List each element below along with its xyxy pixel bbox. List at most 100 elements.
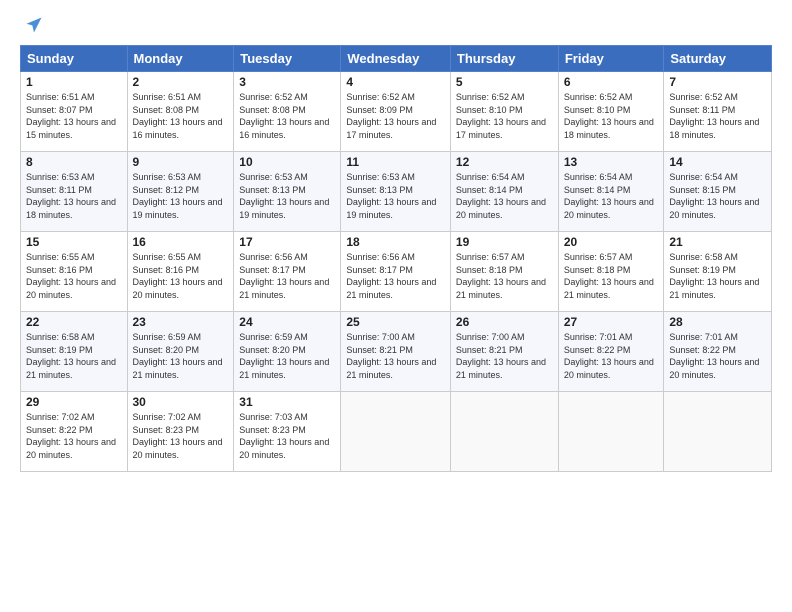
logo-bird-icon — [24, 15, 44, 35]
day-info: Sunrise: 6:52 AM Sunset: 8:08 PM Dayligh… — [239, 91, 335, 141]
day-number: 31 — [239, 395, 335, 409]
day-info: Sunrise: 6:54 AM Sunset: 8:14 PM Dayligh… — [456, 171, 553, 221]
day-number: 22 — [26, 315, 122, 329]
day-info: Sunrise: 6:53 AM Sunset: 8:13 PM Dayligh… — [239, 171, 335, 221]
day-cell — [664, 392, 772, 472]
day-cell: 7 Sunrise: 6:52 AM Sunset: 8:11 PM Daylig… — [664, 72, 772, 152]
day-cell: 22 Sunrise: 6:58 AM Sunset: 8:19 PM Dayli… — [21, 312, 128, 392]
day-number: 23 — [133, 315, 229, 329]
day-cell: 2Sunrise: 6:51 AM Sunset: 8:08 PM Daylig… — [127, 72, 234, 152]
week-row-5: 29 Sunrise: 7:02 AM Sunset: 8:22 PM Dayli… — [21, 392, 772, 472]
day-cell: 5 Sunrise: 6:52 AM Sunset: 8:10 PM Daylig… — [450, 72, 558, 152]
day-number: 24 — [239, 315, 335, 329]
day-info: Sunrise: 6:55 AM Sunset: 8:16 PM Dayligh… — [133, 251, 229, 301]
day-number: 12 — [456, 155, 553, 169]
day-info: Sunrise: 6:59 AM Sunset: 8:20 PM Dayligh… — [133, 331, 229, 381]
day-cell: 4 Sunrise: 6:52 AM Sunset: 8:09 PM Daylig… — [341, 72, 451, 152]
day-info: Sunrise: 6:52 AM Sunset: 8:11 PM Dayligh… — [669, 91, 766, 141]
day-number: 10 — [239, 155, 335, 169]
day-cell: 18Sunrise: 6:56 AM Sunset: 8:17 PM Dayli… — [341, 232, 451, 312]
weekday-header-thursday: Thursday — [450, 46, 558, 72]
day-cell: 6Sunrise: 6:52 AM Sunset: 8:10 PM Daylig… — [558, 72, 664, 152]
day-cell — [450, 392, 558, 472]
day-cell: 8 Sunrise: 6:53 AM Sunset: 8:11 PM Daylig… — [21, 152, 128, 232]
day-number: 5 — [456, 75, 553, 89]
day-number: 14 — [669, 155, 766, 169]
day-number: 1 — [26, 75, 122, 89]
day-cell: 15 Sunrise: 6:55 AM Sunset: 8:16 PM Dayli… — [21, 232, 128, 312]
day-info: Sunrise: 6:54 AM Sunset: 8:15 PM Dayligh… — [669, 171, 766, 221]
day-info: Sunrise: 7:00 AM Sunset: 8:21 PM Dayligh… — [346, 331, 445, 381]
day-number: 27 — [564, 315, 659, 329]
day-number: 19 — [456, 235, 553, 249]
day-cell: 12 Sunrise: 6:54 AM Sunset: 8:14 PM Dayli… — [450, 152, 558, 232]
header — [20, 15, 772, 35]
day-info: Sunrise: 6:59 AM Sunset: 8:20 PM Dayligh… — [239, 331, 335, 381]
day-cell: 16Sunrise: 6:55 AM Sunset: 8:16 PM Dayli… — [127, 232, 234, 312]
day-number: 17 — [239, 235, 335, 249]
day-number: 21 — [669, 235, 766, 249]
day-number: 15 — [26, 235, 122, 249]
day-info: Sunrise: 6:53 AM Sunset: 8:13 PM Dayligh… — [346, 171, 445, 221]
weekday-header-tuesday: Tuesday — [234, 46, 341, 72]
day-info: Sunrise: 6:58 AM Sunset: 8:19 PM Dayligh… — [669, 251, 766, 301]
day-cell: 11Sunrise: 6:53 AM Sunset: 8:13 PM Dayli… — [341, 152, 451, 232]
day-cell: 23 Sunrise: 6:59 AM Sunset: 8:20 PM Dayli… — [127, 312, 234, 392]
day-number: 9 — [133, 155, 229, 169]
day-cell: 24 Sunrise: 6:59 AM Sunset: 8:20 PM Dayli… — [234, 312, 341, 392]
day-number: 2 — [133, 75, 229, 89]
day-info: Sunrise: 6:57 AM Sunset: 8:18 PM Dayligh… — [564, 251, 659, 301]
day-cell: 3 Sunrise: 6:52 AM Sunset: 8:08 PM Daylig… — [234, 72, 341, 152]
day-number: 4 — [346, 75, 445, 89]
day-info: Sunrise: 6:56 AM Sunset: 8:17 PM Dayligh… — [346, 251, 445, 301]
day-number: 8 — [26, 155, 122, 169]
day-info: Sunrise: 6:53 AM Sunset: 8:12 PM Dayligh… — [133, 171, 229, 221]
weekday-header-wednesday: Wednesday — [341, 46, 451, 72]
day-cell: 9 Sunrise: 6:53 AM Sunset: 8:12 PM Daylig… — [127, 152, 234, 232]
day-info: Sunrise: 6:56 AM Sunset: 8:17 PM Dayligh… — [239, 251, 335, 301]
day-info: Sunrise: 6:57 AM Sunset: 8:18 PM Dayligh… — [456, 251, 553, 301]
day-info: Sunrise: 7:00 AM Sunset: 8:21 PM Dayligh… — [456, 331, 553, 381]
day-info: Sunrise: 6:58 AM Sunset: 8:19 PM Dayligh… — [26, 331, 122, 381]
day-cell: 14 Sunrise: 6:54 AM Sunset: 8:15 PM Dayli… — [664, 152, 772, 232]
day-number: 7 — [669, 75, 766, 89]
day-number: 28 — [669, 315, 766, 329]
day-cell: 1 Sunrise: 6:51 AM Sunset: 8:07 PM Daylig… — [21, 72, 128, 152]
day-info: Sunrise: 7:03 AM Sunset: 8:23 PM Dayligh… — [239, 411, 335, 461]
day-number: 6 — [564, 75, 659, 89]
weekday-header-monday: Monday — [127, 46, 234, 72]
day-info: Sunrise: 6:51 AM Sunset: 8:07 PM Dayligh… — [26, 91, 122, 141]
calendar: SundayMondayTuesdayWednesdayThursdayFrid… — [20, 45, 772, 472]
day-cell: 21 Sunrise: 6:58 AM Sunset: 8:19 PM Dayli… — [664, 232, 772, 312]
day-info: Sunrise: 6:52 AM Sunset: 8:09 PM Dayligh… — [346, 91, 445, 141]
logo — [20, 15, 44, 35]
day-number: 26 — [456, 315, 553, 329]
day-cell: 10 Sunrise: 6:53 AM Sunset: 8:13 PM Dayli… — [234, 152, 341, 232]
day-cell: 28 Sunrise: 7:01 AM Sunset: 8:22 PM Dayli… — [664, 312, 772, 392]
week-row-3: 15 Sunrise: 6:55 AM Sunset: 8:16 PM Dayli… — [21, 232, 772, 312]
day-info: Sunrise: 6:52 AM Sunset: 8:10 PM Dayligh… — [456, 91, 553, 141]
day-info: Sunrise: 6:55 AM Sunset: 8:16 PM Dayligh… — [26, 251, 122, 301]
day-cell — [341, 392, 451, 472]
week-row-1: 1 Sunrise: 6:51 AM Sunset: 8:07 PM Daylig… — [21, 72, 772, 152]
day-info: Sunrise: 7:01 AM Sunset: 8:22 PM Dayligh… — [669, 331, 766, 381]
weekday-header-friday: Friday — [558, 46, 664, 72]
weekday-header-row: SundayMondayTuesdayWednesdayThursdayFrid… — [21, 46, 772, 72]
weekday-header-sunday: Sunday — [21, 46, 128, 72]
day-info: Sunrise: 7:02 AM Sunset: 8:23 PM Dayligh… — [133, 411, 229, 461]
day-number: 20 — [564, 235, 659, 249]
day-number: 3 — [239, 75, 335, 89]
day-cell: 20 Sunrise: 6:57 AM Sunset: 8:18 PM Dayli… — [558, 232, 664, 312]
day-info: Sunrise: 6:53 AM Sunset: 8:11 PM Dayligh… — [26, 171, 122, 221]
day-cell — [558, 392, 664, 472]
weekday-header-saturday: Saturday — [664, 46, 772, 72]
day-info: Sunrise: 6:54 AM Sunset: 8:14 PM Dayligh… — [564, 171, 659, 221]
page: SundayMondayTuesdayWednesdayThursdayFrid… — [0, 0, 792, 612]
day-cell: 29 Sunrise: 7:02 AM Sunset: 8:22 PM Dayli… — [21, 392, 128, 472]
day-number: 29 — [26, 395, 122, 409]
day-info: Sunrise: 7:01 AM Sunset: 8:22 PM Dayligh… — [564, 331, 659, 381]
day-cell: 31 Sunrise: 7:03 AM Sunset: 8:23 PM Dayli… — [234, 392, 341, 472]
week-row-2: 8 Sunrise: 6:53 AM Sunset: 8:11 PM Daylig… — [21, 152, 772, 232]
day-number: 25 — [346, 315, 445, 329]
day-info: Sunrise: 7:02 AM Sunset: 8:22 PM Dayligh… — [26, 411, 122, 461]
